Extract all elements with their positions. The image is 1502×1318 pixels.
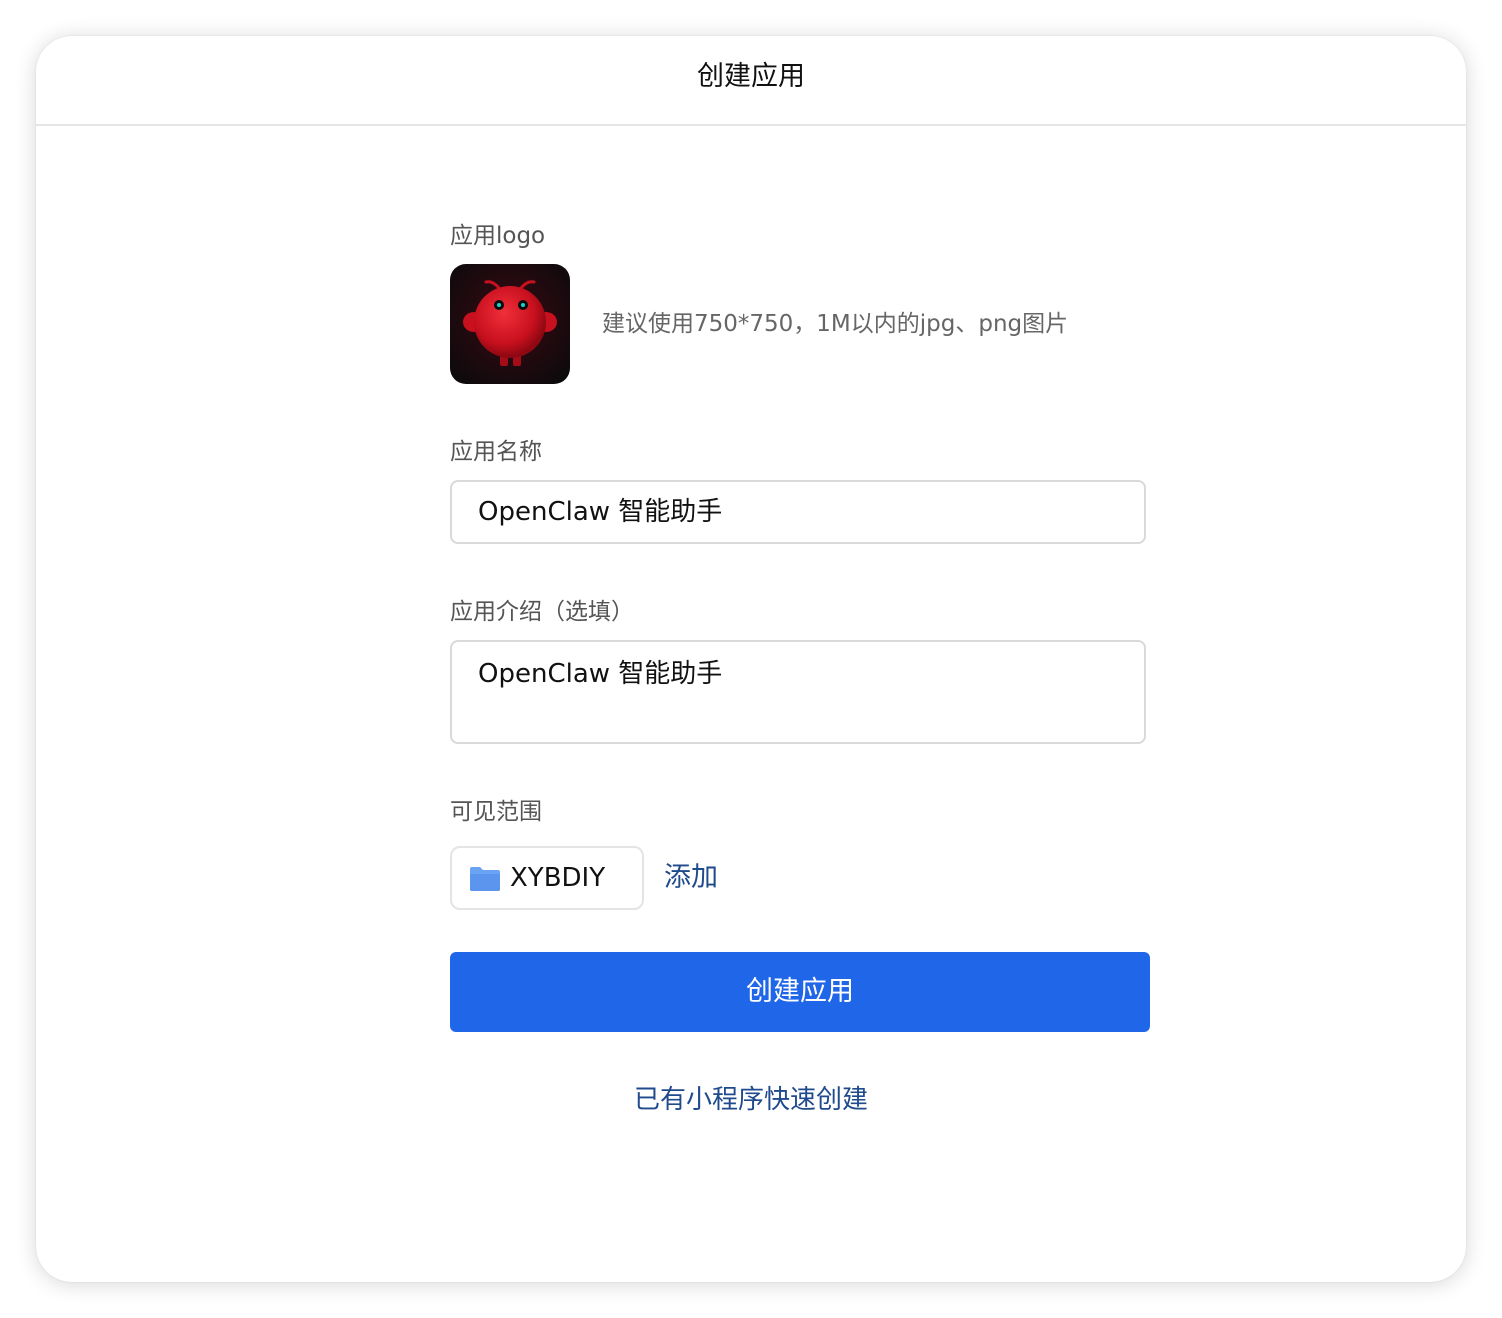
visibility-label: 可见范围 <box>450 799 542 825</box>
visibility-scope-label: XYBDIY <box>510 863 606 893</box>
create-app-button[interactable]: 创建应用 <box>450 952 1150 1032</box>
quick-create-link: 已有小程序快速创建 <box>36 1082 1466 1118</box>
quick-create-link-text[interactable]: 已有小程序快速创建 <box>634 1085 868 1115</box>
dialog-title: 创建应用 <box>697 61 805 92</box>
add-visibility-link[interactable]: 添加 <box>664 860 718 896</box>
app-intro-textarea[interactable]: OpenClaw 智能助手 <box>450 640 1146 744</box>
create-app-dialog: 创建应用 应用logo 建议使用750*750，1M以内的jpg、png图片 应… <box>36 36 1466 1282</box>
logo-hint: 建议使用750*750，1M以内的jpg、png图片 <box>602 311 1069 337</box>
dialog-header: 创建应用 <box>36 36 1466 126</box>
visibility-scope-chip[interactable]: XYBDIY <box>450 846 644 910</box>
app-name-value: OpenClaw 智能助手 <box>478 497 723 527</box>
app-logo-image <box>450 264 570 384</box>
logo-label: 应用logo <box>450 223 546 249</box>
app-name-label: 应用名称 <box>450 439 542 465</box>
app-logo-upload[interactable] <box>450 264 570 384</box>
folder-icon <box>468 865 502 897</box>
app-intro-value: OpenClaw 智能助手 <box>478 659 723 689</box>
app-intro-label: 应用介绍（选填） <box>450 599 634 625</box>
app-name-input[interactable]: OpenClaw 智能助手 <box>450 480 1146 544</box>
